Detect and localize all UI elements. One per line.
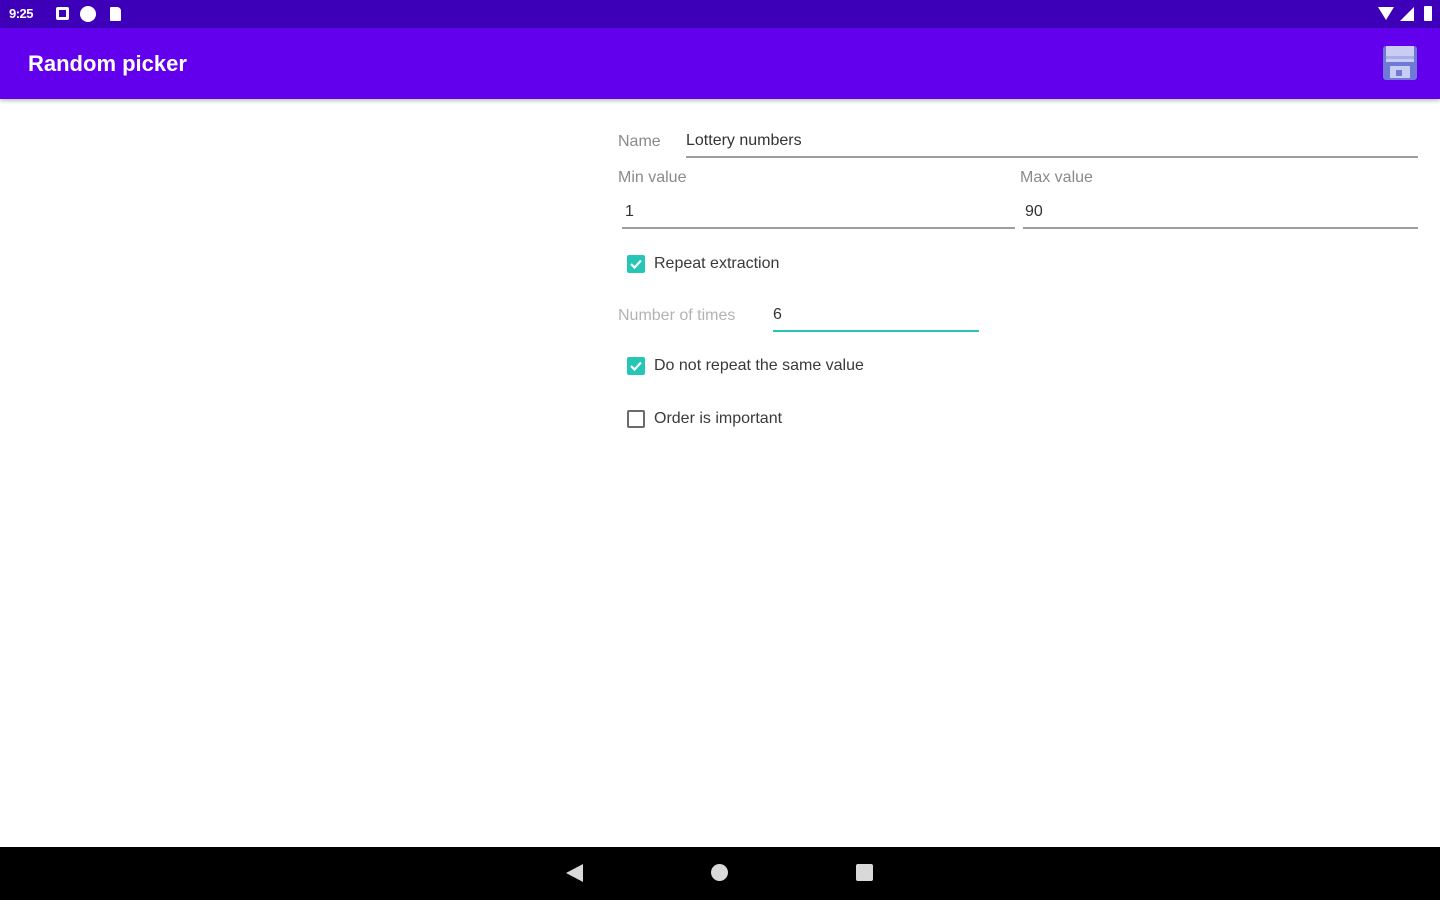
wifi-icon bbox=[1378, 7, 1394, 20]
no-repeat-check-box[interactable] bbox=[627, 357, 645, 375]
number-of-times-label: Number of times bbox=[618, 307, 736, 324]
check-icon bbox=[630, 259, 642, 270]
no-repeat-checkbox[interactable]: Do not repeat the same value bbox=[627, 357, 864, 375]
home-icon[interactable] bbox=[711, 864, 728, 881]
sd-card-icon bbox=[110, 7, 121, 21]
order-important-checkbox[interactable]: Order is important bbox=[627, 410, 782, 428]
save-button[interactable] bbox=[1382, 45, 1418, 81]
no-repeat-label: Do not repeat the same value bbox=[654, 357, 864, 374]
name-field[interactable] bbox=[686, 131, 1418, 158]
battery-icon bbox=[1424, 6, 1432, 21]
check-icon bbox=[630, 361, 642, 372]
notification-icon bbox=[56, 7, 69, 20]
p-icon bbox=[80, 6, 96, 22]
max-value-field[interactable] bbox=[1023, 203, 1418, 229]
min-value-label: Min value bbox=[618, 169, 687, 186]
navigation-bar bbox=[0, 847, 1440, 900]
repeat-extraction-checkbox[interactable]: Repeat extraction bbox=[627, 255, 779, 273]
signal-icon bbox=[1400, 7, 1414, 21]
save-icon bbox=[1383, 46, 1417, 80]
picker-form: Name Min value Max value Repeat extracti… bbox=[0, 99, 1440, 847]
name-label: Name bbox=[618, 133, 661, 150]
min-value-field[interactable] bbox=[622, 203, 1015, 229]
status-right bbox=[1372, 6, 1432, 22]
status-bar: 9:25 bbox=[0, 0, 1440, 28]
screen: 9:25 Random picker Name Min value Max bbox=[0, 0, 1440, 900]
repeat-extraction-check-box[interactable] bbox=[627, 255, 645, 273]
app-title: Random picker bbox=[28, 51, 187, 76]
order-important-check-box[interactable] bbox=[627, 410, 645, 428]
back-icon[interactable] bbox=[566, 864, 583, 882]
number-of-times-field[interactable] bbox=[773, 305, 979, 332]
repeat-extraction-label: Repeat extraction bbox=[654, 255, 780, 272]
recents-icon[interactable] bbox=[856, 864, 873, 881]
max-value-label: Max value bbox=[1020, 169, 1093, 186]
app-bar: Random picker bbox=[0, 28, 1440, 99]
order-important-label: Order is important bbox=[654, 410, 783, 427]
status-time: 9:25 bbox=[9, 6, 34, 21]
